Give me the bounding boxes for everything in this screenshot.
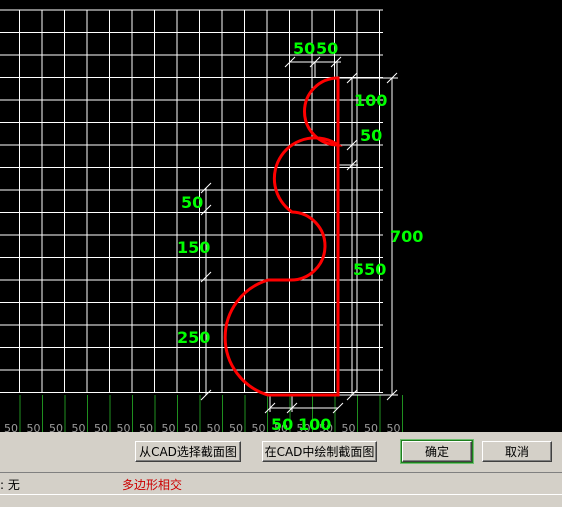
ruler-tick-label: 50 [184,422,198,432]
window-bottom-edge [0,494,562,507]
ruler-tick-label: 50 [27,422,41,432]
dim-bottom-right: 100 [298,415,331,432]
dim-overall: 700 [390,227,423,246]
cad-drawing[interactable]: 50 50 50 50 50 50 50 50 50 50 50 50 50 50 50 50 50 50 [0,0,562,432]
ruler-tick-label: 50 [252,422,266,432]
bottom-ruler: 50 50 50 50 50 50 50 50 50 50 50 50 50 50 50 50 50 50 [4,395,403,432]
dim-left-upper: 50 [181,193,203,212]
dim-left-middle: 150 [177,238,210,257]
section-canvas[interactable]: 50 50 50 50 50 50 50 50 50 50 50 50 50 50 50 50 50 50 [0,0,562,432]
ruler-tick-label: 50 [139,422,153,432]
status-bar: : 无 多边形相交 [0,472,562,495]
ok-button[interactable]: 确定 [401,440,473,463]
ruler-tick-label: 50 [94,422,108,432]
status-text: : 无 [0,478,20,492]
dim-right-second: 50 [360,126,382,145]
ruler-tick-label: 50 [117,422,131,432]
ruler-tick-label: 50 [72,422,86,432]
dim-top-right: 50 [316,39,338,58]
ruler-tick-label: 50 [229,422,243,432]
ruler-tick-label: 50 [207,422,221,432]
draw-section-in-cad-button[interactable]: 在CAD中绘制截面图 [262,441,377,462]
select-section-from-cad-button[interactable]: 从CAD选择截面图 [135,441,241,462]
ruler-tick-label: 50 [387,422,401,432]
dim-left-lower: 250 [177,328,210,347]
dim-top-left: 50 [293,39,315,58]
dim-bottom-left: 50 [271,415,293,432]
ruler-tick-label: 50 [364,422,378,432]
cancel-button[interactable]: 取消 [482,441,552,462]
dim-right-upper: 100 [354,91,387,110]
dim-right-lower: 550 [353,260,386,279]
polygon-intersect-error: 多边形相交 [122,478,183,492]
ruler-tick-label: 50 [162,422,176,432]
ruler-tick-label: 50 [49,422,63,432]
ruler-tick-label: 50 [4,422,18,432]
ruler-tick-label: 50 [342,422,356,432]
